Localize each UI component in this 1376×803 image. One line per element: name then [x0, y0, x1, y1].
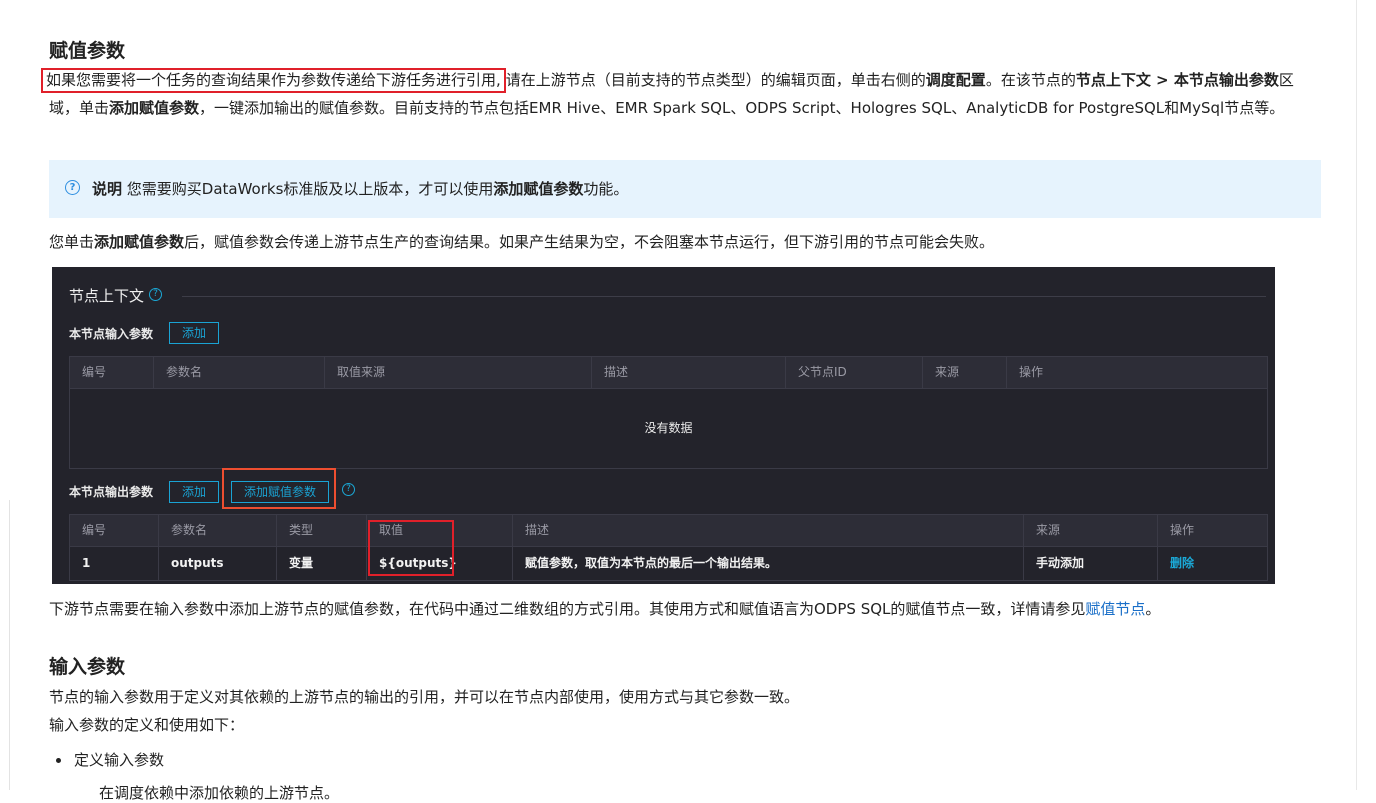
right-scroll-border [1356, 0, 1357, 790]
bold-schedule-config: 调度配置 [925, 71, 986, 89]
note-callout: ? 说明 您需要购买DataWorks标准版及以上版本，才可以使用添加赋值参数功能… [49, 160, 1321, 218]
col-header: 操作 [1019, 365, 1044, 379]
section-title-assign-params: 赋值参数 [49, 40, 126, 62]
text: 下游节点需要在输入参数中添加上游节点的赋值参数，在代码中通过二维数组的方式引用。… [49, 600, 1086, 618]
delete-link[interactable]: 删除 [1158, 547, 1267, 580]
input-params-usage: 输入参数的定义和使用如下： [49, 716, 245, 734]
bold-add-assign-param: 添加赋值参数 [94, 233, 185, 251]
col-header: 描述 [513, 515, 1024, 546]
node-context-title-text: 节点上下文 [69, 287, 145, 305]
input-params-label: 本节点输入参数 [69, 327, 154, 341]
text: 。在该节点的 [985, 71, 1076, 89]
assign-params-paragraph: 如果您需要将一个任务的查询结果作为参数传递给下游任务进行引用, 请在上游节点（目前… [41, 66, 1321, 122]
node-context-title: 节点上下文? [69, 285, 163, 306]
bold-node-context-path: 节点上下文 > 本节点输出参数 [1075, 71, 1279, 89]
section-title-input-params: 输入参数 [49, 656, 126, 678]
highlighted-sentence: 如果您需要将一个任务的查询结果作为参数传递给下游任务进行引用, [41, 68, 506, 93]
text: 您单击 [49, 233, 95, 251]
assign-node-link[interactable]: 赋值节点 [1085, 600, 1145, 618]
col-header: 类型 [277, 515, 367, 546]
downstream-paragraph: 下游节点需要在输入参数中添加上游节点的赋值参数，在代码中通过二维数组的方式引用。… [49, 595, 1321, 623]
table-row: 1 outputs 变量 ${outputs} 赋值参数，取值为本节点的最后一个… [70, 547, 1267, 580]
highlight-box-add-assign [222, 468, 336, 509]
cell-param-name: outputs [159, 547, 277, 580]
question-circle-icon: ? [65, 180, 80, 195]
output-table-header: 编号 参数名 类型 取值 描述 来源 操作 [70, 515, 1267, 547]
note-label: 说明 [92, 180, 123, 198]
note-bold: 添加赋值参数 [493, 180, 584, 198]
highlight-box-value [368, 520, 454, 576]
cell-description: 赋值参数，取值为本节点的最后一个输出结果。 [513, 547, 1024, 580]
help-icon[interactable]: ? [342, 483, 355, 496]
output-params-label: 本节点输出参数 [69, 485, 154, 499]
input-table-header: 编号 参数名 取值来源 描述 父节点ID 来源 操作 [70, 357, 1267, 389]
cutoff-text: 在调度依赖中添加依赖的上游节点。 [99, 784, 340, 802]
text: 后，赋值参数会传递上游节点生产的查询结果。如果产生结果为空，不会阻塞本节点运行，… [184, 233, 995, 251]
col-header: 参数名 [154, 357, 325, 388]
col-header: 操作 [1170, 523, 1195, 537]
text: 请在上游节点（目前支持的节点类型）的编辑页面，单击右侧的 [505, 71, 926, 89]
text: ，一键添加输出的赋值参数。目前支持的节点包括EMR Hive、EMR Spark… [199, 99, 1285, 117]
title-divider [182, 296, 1266, 297]
list-item: 定义输入参数 [49, 746, 164, 774]
add-output-param-button[interactable]: 添加 [169, 481, 219, 503]
input-params-table: 编号 参数名 取值来源 描述 父节点ID 来源 操作 没有数据 [69, 356, 1268, 469]
col-header: 编号 [70, 357, 154, 388]
col-header: 编号 [70, 515, 159, 546]
left-border-line [9, 500, 10, 790]
help-icon[interactable]: ? [149, 288, 163, 301]
note-text-end: 功能。 [583, 180, 629, 198]
add-input-param-button[interactable]: 添加 [169, 322, 219, 344]
text: 。 [1145, 600, 1161, 618]
bullet-list: 定义输入参数 [49, 746, 164, 774]
node-context-screenshot: 节点上下文? 本节点输入参数 添加 编号 参数名 取值来源 描述 父节点ID 来… [52, 267, 1275, 584]
col-header: 来源 [1024, 515, 1158, 546]
col-header: 取值来源 [325, 357, 592, 388]
bold-add-assign-param: 添加赋值参数 [109, 99, 200, 117]
output-params-table: 编号 参数名 类型 取值 描述 来源 操作 1 outputs 变量 ${out… [69, 514, 1268, 581]
cell-type: 变量 [277, 547, 367, 580]
cell-id: 1 [70, 547, 159, 580]
note-text: 您需要购买DataWorks标准版及以上版本，才可以使用 [122, 180, 494, 198]
cell-source: 手动添加 [1024, 547, 1158, 580]
col-header: 参数名 [159, 515, 277, 546]
input-params-desc: 节点的输入参数用于定义对其依赖的上游节点的输出的引用，并可以在节点内部使用，使用… [49, 688, 800, 706]
col-header: 描述 [592, 357, 786, 388]
paragraph-after-click: 您单击添加赋值参数后，赋值参数会传递上游节点生产的查询结果。如果产生结果为空，不… [49, 228, 1321, 256]
col-header: 来源 [923, 357, 1007, 388]
col-header: 父节点ID [786, 357, 923, 388]
empty-state: 没有数据 [644, 421, 693, 435]
